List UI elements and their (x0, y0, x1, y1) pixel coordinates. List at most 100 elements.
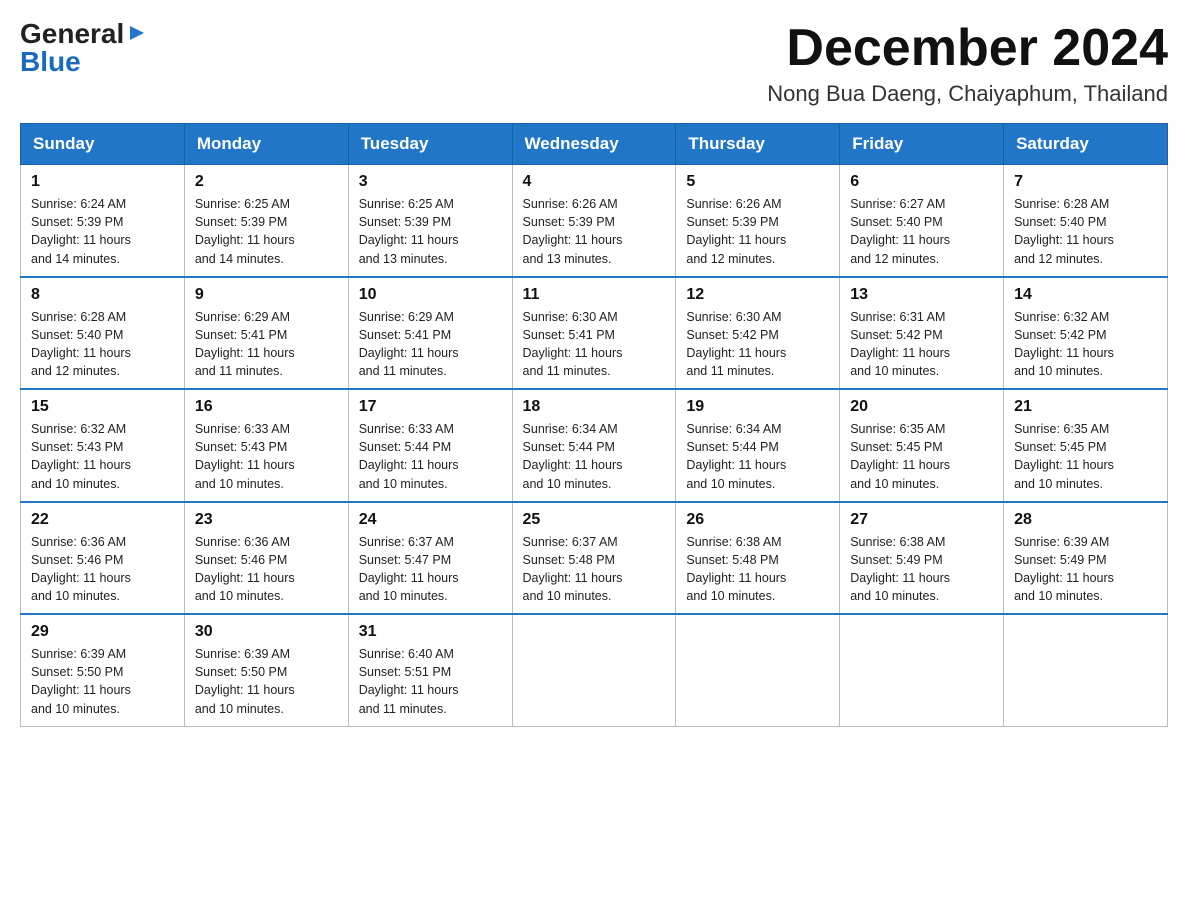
day-number: 7 (1014, 173, 1157, 191)
header-sunday: Sunday (21, 124, 185, 165)
day-info: Sunrise: 6:26 AM Sunset: 5:39 PM Dayligh… (686, 195, 829, 268)
header-saturday: Saturday (1004, 124, 1168, 165)
header-friday: Friday (840, 124, 1004, 165)
logo-triangle-icon (126, 22, 148, 44)
day-info: Sunrise: 6:37 AM Sunset: 5:47 PM Dayligh… (359, 533, 502, 606)
day-number: 14 (1014, 286, 1157, 304)
day-info: Sunrise: 6:35 AM Sunset: 5:45 PM Dayligh… (1014, 420, 1157, 493)
day-cell: 5 Sunrise: 6:26 AM Sunset: 5:39 PM Dayli… (676, 165, 840, 277)
day-info: Sunrise: 6:32 AM Sunset: 5:43 PM Dayligh… (31, 420, 174, 493)
day-number: 27 (850, 511, 993, 529)
day-cell: 27 Sunrise: 6:38 AM Sunset: 5:49 PM Dayl… (840, 502, 1004, 615)
day-cell (676, 614, 840, 726)
day-number: 18 (523, 398, 666, 416)
day-number: 31 (359, 623, 502, 641)
page-header: General Blue December 2024 Nong Bua Daen… (20, 20, 1168, 107)
day-info: Sunrise: 6:24 AM Sunset: 5:39 PM Dayligh… (31, 195, 174, 268)
day-number: 17 (359, 398, 502, 416)
day-cell: 12 Sunrise: 6:30 AM Sunset: 5:42 PM Dayl… (676, 277, 840, 390)
header-monday: Monday (184, 124, 348, 165)
day-cell: 31 Sunrise: 6:40 AM Sunset: 5:51 PM Dayl… (348, 614, 512, 726)
day-info: Sunrise: 6:29 AM Sunset: 5:41 PM Dayligh… (195, 308, 338, 381)
day-number: 24 (359, 511, 502, 529)
day-number: 28 (1014, 511, 1157, 529)
location-title: Nong Bua Daeng, Chaiyaphum, Thailand (767, 81, 1168, 107)
day-info: Sunrise: 6:26 AM Sunset: 5:39 PM Dayligh… (523, 195, 666, 268)
day-cell: 1 Sunrise: 6:24 AM Sunset: 5:39 PM Dayli… (21, 165, 185, 277)
day-cell: 14 Sunrise: 6:32 AM Sunset: 5:42 PM Dayl… (1004, 277, 1168, 390)
day-info: Sunrise: 6:40 AM Sunset: 5:51 PM Dayligh… (359, 645, 502, 718)
day-info: Sunrise: 6:38 AM Sunset: 5:48 PM Dayligh… (686, 533, 829, 606)
day-cell: 15 Sunrise: 6:32 AM Sunset: 5:43 PM Dayl… (21, 389, 185, 502)
day-info: Sunrise: 6:30 AM Sunset: 5:42 PM Dayligh… (686, 308, 829, 381)
month-title: December 2024 (767, 20, 1168, 77)
day-number: 29 (31, 623, 174, 641)
day-info: Sunrise: 6:39 AM Sunset: 5:49 PM Dayligh… (1014, 533, 1157, 606)
logo-blue: Blue (20, 48, 81, 76)
day-number: 8 (31, 286, 174, 304)
day-info: Sunrise: 6:34 AM Sunset: 5:44 PM Dayligh… (523, 420, 666, 493)
day-info: Sunrise: 6:28 AM Sunset: 5:40 PM Dayligh… (31, 308, 174, 381)
day-cell: 21 Sunrise: 6:35 AM Sunset: 5:45 PM Dayl… (1004, 389, 1168, 502)
day-info: Sunrise: 6:32 AM Sunset: 5:42 PM Dayligh… (1014, 308, 1157, 381)
day-cell: 3 Sunrise: 6:25 AM Sunset: 5:39 PM Dayli… (348, 165, 512, 277)
week-row-5: 29 Sunrise: 6:39 AM Sunset: 5:50 PM Dayl… (21, 614, 1168, 726)
day-info: Sunrise: 6:27 AM Sunset: 5:40 PM Dayligh… (850, 195, 993, 268)
day-number: 11 (523, 286, 666, 304)
day-cell: 2 Sunrise: 6:25 AM Sunset: 5:39 PM Dayli… (184, 165, 348, 277)
day-number: 5 (686, 173, 829, 191)
day-cell: 20 Sunrise: 6:35 AM Sunset: 5:45 PM Dayl… (840, 389, 1004, 502)
day-info: Sunrise: 6:39 AM Sunset: 5:50 PM Dayligh… (195, 645, 338, 718)
day-number: 9 (195, 286, 338, 304)
week-row-1: 1 Sunrise: 6:24 AM Sunset: 5:39 PM Dayli… (21, 165, 1168, 277)
day-cell: 23 Sunrise: 6:36 AM Sunset: 5:46 PM Dayl… (184, 502, 348, 615)
day-number: 3 (359, 173, 502, 191)
day-number: 23 (195, 511, 338, 529)
day-cell: 17 Sunrise: 6:33 AM Sunset: 5:44 PM Dayl… (348, 389, 512, 502)
week-row-3: 15 Sunrise: 6:32 AM Sunset: 5:43 PM Dayl… (21, 389, 1168, 502)
week-row-2: 8 Sunrise: 6:28 AM Sunset: 5:40 PM Dayli… (21, 277, 1168, 390)
day-info: Sunrise: 6:34 AM Sunset: 5:44 PM Dayligh… (686, 420, 829, 493)
day-cell: 7 Sunrise: 6:28 AM Sunset: 5:40 PM Dayli… (1004, 165, 1168, 277)
day-cell (840, 614, 1004, 726)
day-cell: 6 Sunrise: 6:27 AM Sunset: 5:40 PM Dayli… (840, 165, 1004, 277)
day-cell: 30 Sunrise: 6:39 AM Sunset: 5:50 PM Dayl… (184, 614, 348, 726)
day-cell: 4 Sunrise: 6:26 AM Sunset: 5:39 PM Dayli… (512, 165, 676, 277)
day-cell: 24 Sunrise: 6:37 AM Sunset: 5:47 PM Dayl… (348, 502, 512, 615)
day-number: 25 (523, 511, 666, 529)
day-info: Sunrise: 6:37 AM Sunset: 5:48 PM Dayligh… (523, 533, 666, 606)
day-info: Sunrise: 6:39 AM Sunset: 5:50 PM Dayligh… (31, 645, 174, 718)
header-tuesday: Tuesday (348, 124, 512, 165)
header-thursday: Thursday (676, 124, 840, 165)
day-number: 12 (686, 286, 829, 304)
day-cell: 26 Sunrise: 6:38 AM Sunset: 5:48 PM Dayl… (676, 502, 840, 615)
day-number: 6 (850, 173, 993, 191)
day-number: 1 (31, 173, 174, 191)
day-cell: 29 Sunrise: 6:39 AM Sunset: 5:50 PM Dayl… (21, 614, 185, 726)
day-cell: 11 Sunrise: 6:30 AM Sunset: 5:41 PM Dayl… (512, 277, 676, 390)
day-cell: 28 Sunrise: 6:39 AM Sunset: 5:49 PM Dayl… (1004, 502, 1168, 615)
day-number: 20 (850, 398, 993, 416)
day-info: Sunrise: 6:30 AM Sunset: 5:41 PM Dayligh… (523, 308, 666, 381)
day-number: 21 (1014, 398, 1157, 416)
logo-general: General (20, 20, 124, 48)
day-cell: 25 Sunrise: 6:37 AM Sunset: 5:48 PM Dayl… (512, 502, 676, 615)
day-info: Sunrise: 6:31 AM Sunset: 5:42 PM Dayligh… (850, 308, 993, 381)
day-cell: 9 Sunrise: 6:29 AM Sunset: 5:41 PM Dayli… (184, 277, 348, 390)
day-info: Sunrise: 6:33 AM Sunset: 5:44 PM Dayligh… (359, 420, 502, 493)
day-number: 26 (686, 511, 829, 529)
day-number: 22 (31, 511, 174, 529)
day-number: 13 (850, 286, 993, 304)
day-number: 4 (523, 173, 666, 191)
logo: General Blue (20, 20, 148, 76)
day-info: Sunrise: 6:28 AM Sunset: 5:40 PM Dayligh… (1014, 195, 1157, 268)
header-row: SundayMondayTuesdayWednesdayThursdayFrid… (21, 124, 1168, 165)
day-info: Sunrise: 6:35 AM Sunset: 5:45 PM Dayligh… (850, 420, 993, 493)
day-info: Sunrise: 6:38 AM Sunset: 5:49 PM Dayligh… (850, 533, 993, 606)
day-number: 16 (195, 398, 338, 416)
day-info: Sunrise: 6:36 AM Sunset: 5:46 PM Dayligh… (31, 533, 174, 606)
day-cell: 19 Sunrise: 6:34 AM Sunset: 5:44 PM Dayl… (676, 389, 840, 502)
day-cell (1004, 614, 1168, 726)
day-cell: 18 Sunrise: 6:34 AM Sunset: 5:44 PM Dayl… (512, 389, 676, 502)
day-cell: 22 Sunrise: 6:36 AM Sunset: 5:46 PM Dayl… (21, 502, 185, 615)
